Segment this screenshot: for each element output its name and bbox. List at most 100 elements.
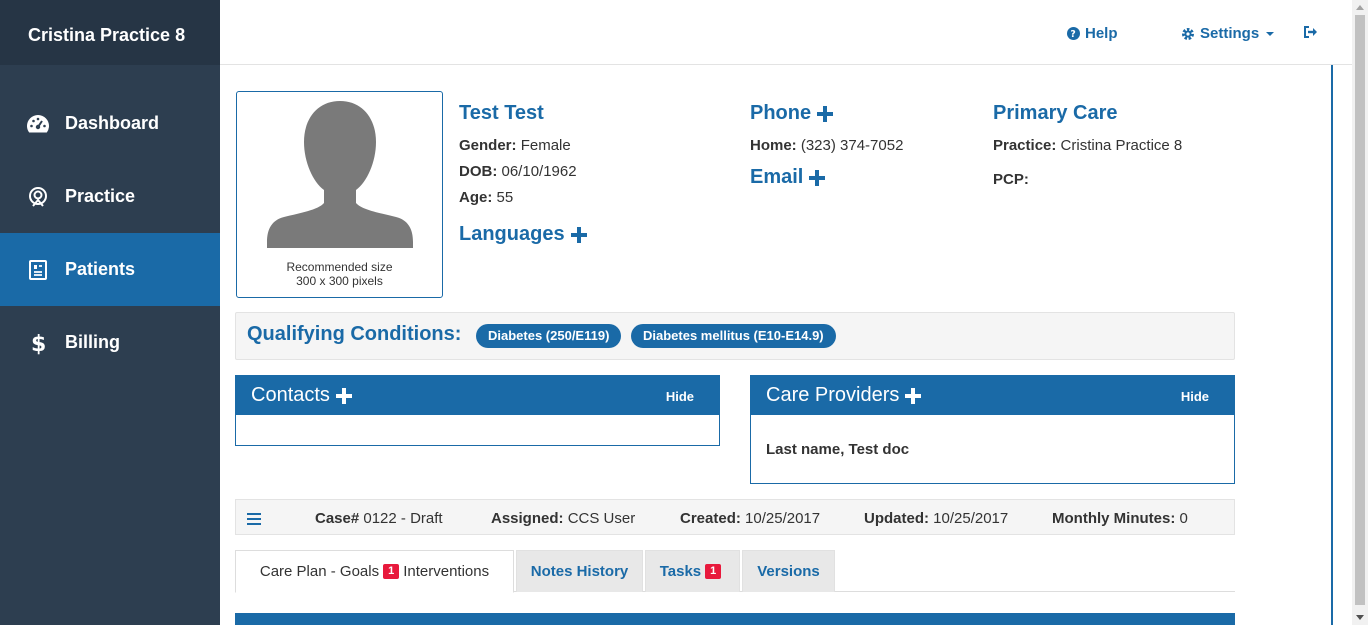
created-label: Created:	[680, 510, 741, 527]
contacts-hide-button[interactable]: Hide	[666, 389, 694, 404]
brand-title[interactable]: Cristina Practice 8	[0, 0, 220, 65]
contacts-panel-header: Contacts Hide	[236, 376, 719, 415]
care-providers-title: Care Providers	[766, 384, 900, 406]
svg-text:$: $	[31, 332, 46, 356]
age-label: Age:	[459, 189, 493, 206]
pcp-label: PCP:	[993, 171, 1029, 188]
home-phone-value: (323) 374-7052	[800, 137, 904, 154]
dashboard-icon	[26, 112, 50, 136]
plus-icon[interactable]	[809, 169, 826, 186]
case-number: Case# 0122 - Draft	[315, 510, 443, 527]
add-care-provider-button[interactable]	[905, 387, 922, 404]
tab-versions[interactable]: Versions	[742, 550, 835, 592]
email-heading[interactable]: Email	[750, 166, 826, 189]
add-contact-button[interactable]	[335, 387, 352, 404]
care-providers-panel: Care Providers Hide Last name, Test doc	[750, 375, 1235, 484]
scroll-thumb[interactable]	[1355, 15, 1365, 605]
plus-icon	[905, 387, 922, 404]
case-created: Created: 10/25/2017	[680, 510, 820, 527]
tab-tasks[interactable]: Tasks 1	[645, 550, 740, 592]
plus-icon	[335, 387, 352, 404]
case-monthly-minutes: Monthly Minutes: 0	[1052, 510, 1188, 527]
dob-label: DOB:	[459, 163, 498, 180]
tab-notes-history[interactable]: Notes History	[516, 550, 643, 592]
condition-badge: Diabetes mellitus (E10-E14.9)	[631, 324, 836, 348]
practice-value: Cristina Practice 8	[1060, 137, 1183, 154]
assigned-label: Assigned:	[491, 510, 564, 527]
updated-label: Updated:	[864, 510, 929, 527]
primary-care-heading: Primary Care	[993, 102, 1118, 124]
tab-label: Versions	[757, 563, 820, 580]
case-info-bar: Case# 0122 - Draft Assigned: CCS User Cr…	[235, 499, 1235, 535]
dob-value: 06/10/1962	[501, 163, 577, 180]
count-badge: 1	[383, 564, 400, 579]
phone-heading[interactable]: Phone	[750, 102, 834, 125]
gender-value: Female	[520, 137, 571, 154]
assigned-value: CCS User	[567, 510, 636, 527]
minutes-label: Monthly Minutes:	[1052, 510, 1176, 527]
home-phone-info: Home: (323) 374-7052	[750, 137, 903, 154]
dollar-icon: $	[26, 331, 50, 356]
age-info: Age: 55	[459, 189, 513, 206]
scroll-up-arrow-icon[interactable]	[1356, 5, 1364, 10]
care-providers-hide-button[interactable]: Hide	[1181, 389, 1209, 404]
email-label: Email	[750, 166, 804, 188]
plus-icon[interactable]	[817, 105, 834, 122]
sign-out-icon	[1304, 26, 1317, 38]
svg-text:?: ?	[1070, 29, 1075, 40]
avatar-placeholder-icon	[267, 101, 413, 248]
photo-caption: Recommended size 300 x 300 pixels	[237, 260, 442, 288]
contacts-title: Contacts	[251, 384, 330, 406]
practice-label: Practice:	[993, 137, 1057, 154]
care-provider-entry[interactable]: Last name, Test doc	[766, 441, 909, 458]
content-border	[1331, 65, 1333, 625]
patient-photo-upload[interactable]: Recommended size 300 x 300 pixels	[236, 91, 443, 298]
pcp-info: PCP:	[993, 171, 1029, 188]
tab-label: Interventions	[403, 563, 490, 580]
settings-dropdown[interactable]: Settings	[1181, 25, 1280, 42]
case-value: 0122 - Draft	[363, 510, 443, 527]
scroll-down-arrow-icon[interactable]	[1356, 615, 1364, 620]
dob-info: DOB: 06/10/1962	[459, 163, 577, 180]
photo-caption-line: Recommended size	[286, 260, 393, 274]
scrollbar[interactable]	[1352, 0, 1368, 625]
contacts-panel: Contacts Hide	[235, 375, 720, 446]
sidebar: Cristina Practice 8 Dashboard Practice P…	[0, 0, 220, 625]
case-updated: Updated: 10/25/2017	[864, 510, 1008, 527]
languages-heading[interactable]: Languages	[459, 223, 587, 246]
created-value: 10/25/2017	[745, 510, 821, 527]
help-link[interactable]: ? Help	[1067, 25, 1118, 42]
care-providers-panel-header: Care Providers Hide	[751, 376, 1234, 415]
tab-care-plan[interactable]: Care Plan - Goals 1 Interventions	[235, 550, 514, 593]
updated-value: 10/25/2017	[933, 510, 1009, 527]
sidebar-item-billing[interactable]: $ Billing	[0, 306, 220, 379]
sidebar-item-label: Patients	[65, 259, 136, 279]
sidebar-item-dashboard[interactable]: Dashboard	[0, 87, 220, 160]
logout-button[interactable]	[1304, 26, 1323, 38]
qualifying-conditions-label: Qualifying Conditions:	[247, 323, 462, 345]
gender-label: Gender:	[459, 137, 517, 154]
plus-icon[interactable]	[570, 226, 587, 243]
gender-info: Gender: Female	[459, 137, 571, 154]
practice-info: Practice: Cristina Practice 8	[993, 137, 1182, 154]
condition-badge: Diabetes (250/E119)	[476, 324, 622, 348]
sidebar-item-practice[interactable]: Practice	[0, 160, 220, 233]
age-value: 55	[496, 189, 514, 206]
gear-icon	[1182, 27, 1194, 40]
help-icon: ?	[1067, 27, 1080, 40]
care-plan-panel-header	[235, 613, 1235, 625]
qualifying-conditions-panel: Qualifying Conditions: Diabetes (250/E11…	[235, 312, 1235, 360]
help-label: Help	[1085, 25, 1118, 42]
tab-label: Care Plan - Goals	[259, 563, 380, 580]
count-badge: 1	[705, 564, 722, 579]
caret-down-icon	[1266, 31, 1275, 36]
sidebar-item-label: Practice	[65, 186, 136, 206]
settings-label: Settings	[1200, 25, 1260, 42]
photo-caption-line: 300 x 300 pixels	[296, 274, 383, 288]
top-navbar: ? Help Settings	[220, 0, 1352, 65]
sidebar-item-patients[interactable]: Patients	[0, 233, 220, 306]
hamburger-menu-icon[interactable]	[247, 513, 261, 525]
practice-icon	[26, 185, 50, 209]
phone-label: Phone	[750, 102, 812, 124]
tab-label: Notes History	[530, 563, 629, 580]
